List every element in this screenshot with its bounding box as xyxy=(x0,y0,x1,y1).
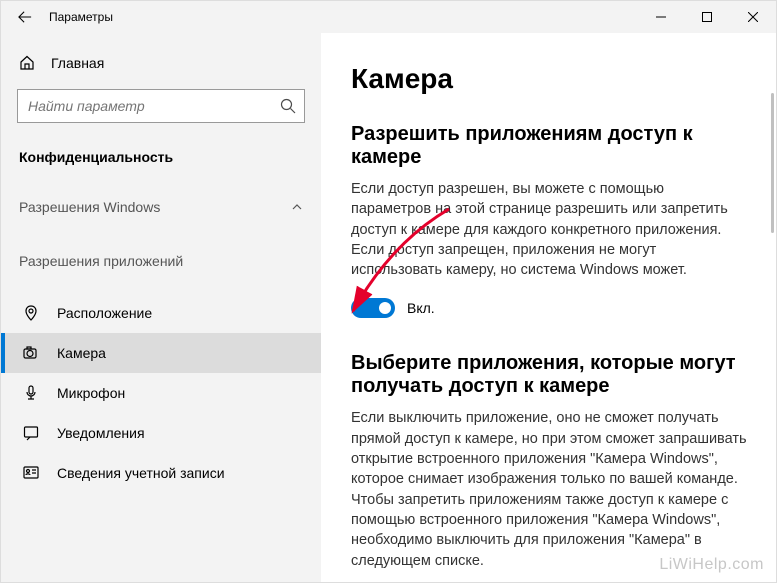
account-icon xyxy=(23,465,39,481)
window-title: Параметры xyxy=(49,10,638,24)
section-choose-apps-desc: Если выключить приложение, оно не сможет… xyxy=(351,408,748,570)
sidebar-item-location[interactable]: Расположение xyxy=(1,293,321,333)
camera-access-toggle[interactable] xyxy=(351,298,395,318)
group-windows-permissions[interactable]: Разрешения Windows xyxy=(1,185,321,239)
sidebar-item-label: Камера xyxy=(57,345,106,361)
sidebar-item-label: Микрофон xyxy=(57,385,125,401)
sidebar-item-notifications[interactable]: Уведомления xyxy=(1,413,321,453)
sidebar-item-account-info[interactable]: Сведения учетной записи xyxy=(1,453,321,493)
location-icon xyxy=(23,305,39,321)
sidebar-item-camera[interactable]: Камера xyxy=(1,333,321,373)
section-choose-apps-heading: Выберите приложения, которые могут получ… xyxy=(351,352,748,398)
watermark: LiWiHelp.com xyxy=(659,556,764,574)
sidebar-item-label: Сведения учетной записи xyxy=(57,465,225,481)
scrollbar-thumb[interactable] xyxy=(771,93,774,233)
section-allow-apps-heading: Разрешить приложениям доступ к камере xyxy=(351,123,748,169)
home-nav[interactable]: Главная xyxy=(1,45,321,81)
section-allow-apps-desc: Если доступ разрешен, вы можете с помощь… xyxy=(351,179,748,280)
microphone-icon xyxy=(23,385,39,401)
sidebar-item-label: Расположение xyxy=(57,305,152,321)
minimize-button[interactable] xyxy=(638,1,684,33)
camera-icon xyxy=(23,345,39,361)
toggle-state-label: Вкл. xyxy=(407,300,435,316)
close-button[interactable] xyxy=(730,1,776,33)
search-input[interactable] xyxy=(28,98,280,114)
category-title: Конфиденциальность xyxy=(1,139,321,185)
home-icon xyxy=(19,55,35,71)
sidebar: Главная Конфиденциальность Разрешения Wi… xyxy=(1,33,321,582)
sidebar-item-label: Уведомления xyxy=(57,425,145,441)
notification-icon xyxy=(23,425,39,441)
group-app-permissions[interactable]: Разрешения приложений xyxy=(1,239,321,293)
content-area: Камера Разрешить приложениям доступ к ка… xyxy=(321,33,776,582)
search-icon xyxy=(280,98,296,114)
sidebar-item-microphone[interactable]: Микрофон xyxy=(1,373,321,413)
page-title: Камера xyxy=(351,63,748,95)
search-box[interactable] xyxy=(17,89,305,123)
back-button[interactable] xyxy=(1,1,49,33)
home-label: Главная xyxy=(51,55,104,71)
maximize-button[interactable] xyxy=(684,1,730,33)
chevron-up-icon xyxy=(291,201,303,213)
